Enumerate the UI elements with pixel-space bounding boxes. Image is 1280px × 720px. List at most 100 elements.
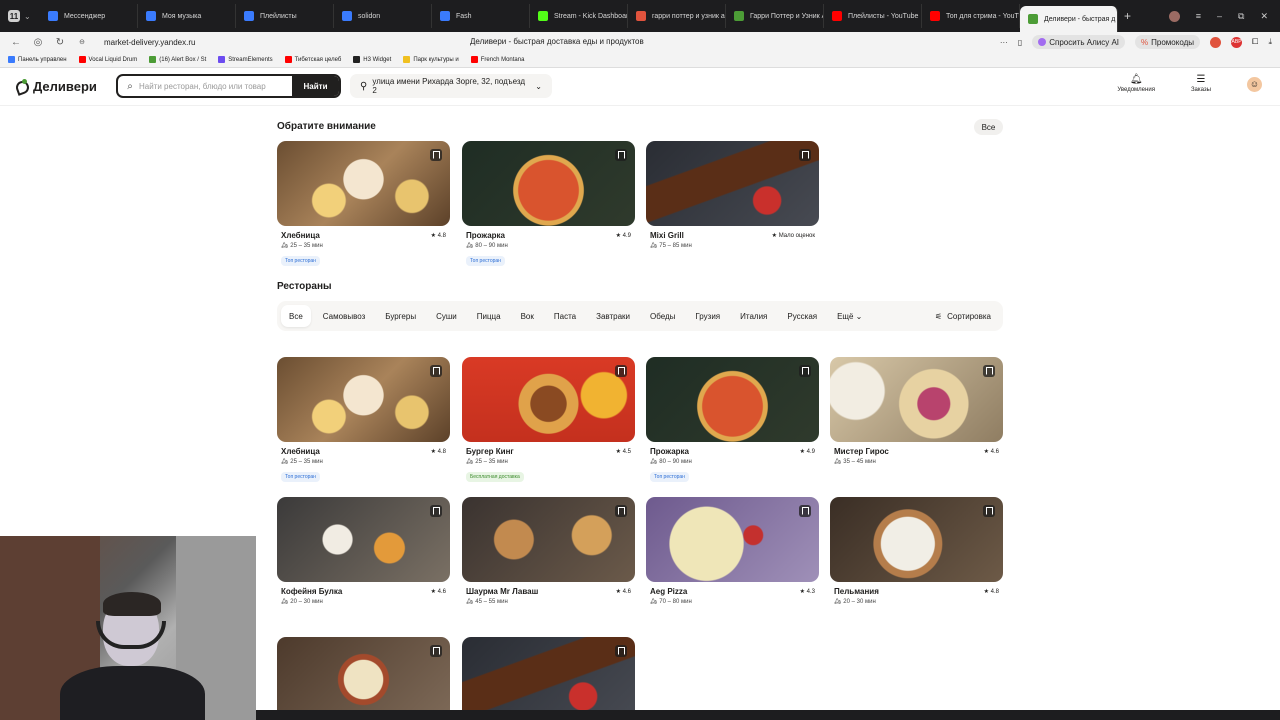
bookmark-icon[interactable] [983,365,995,377]
restaurant-card[interactable]: Хлебница ★ 4.8 🛵︎ 25 – 35 мин Топ ресторан [277,141,450,267]
bookmark-item[interactable]: Панель управлен [8,56,67,63]
bookmark-icon[interactable] [615,645,627,657]
browser-tab[interactable]: Fash [432,4,530,28]
browser-tab[interactable]: Плейлисты - YouTube [824,4,922,28]
download-icon[interactable]: ⤓ [1268,37,1272,47]
browser-tab[interactable]: Моя музыка [138,4,236,28]
filter-chip[interactable]: Грузия [687,305,728,327]
alice-icon [1038,38,1047,46]
bookmark-item[interactable]: Парк культуры и [403,56,459,63]
restaurant-card[interactable] [277,637,450,720]
delivery-address-selector[interactable]: ⚲ улица имени Рихарда Зорге, 32, подъезд… [350,74,552,98]
browser-tab[interactable]: гарри поттер и узник азк [628,4,726,28]
browser-tab[interactable]: solidon [334,4,432,28]
bookmark-icon[interactable] [430,645,442,657]
restaurant-card[interactable]: Aeg Pizza ★ 4.3 🛵︎ 70 – 80 мин [646,497,819,605]
browser-tab[interactable]: Топ для стрима - YouTube [922,4,1020,28]
restaurant-card[interactable]: Mixi Grill ★ Мало оценок 🛵︎ 75 – 85 мин [646,141,819,249]
logo[interactable]: Деливери [14,79,114,94]
filter-chip[interactable]: Бургеры [377,305,424,327]
bookmark-item[interactable]: Vocal Liquid Drum [78,56,137,63]
restaurant-name: Бургер Кинг [466,447,514,456]
bookmark-icon[interactable] [799,365,811,377]
tab-favicon-icon [538,11,548,21]
bookmark-icon[interactable] [615,365,627,377]
browser-tab[interactable]: Stream - Kick Dashboard [530,4,628,28]
logo-text: Деливери [33,79,97,94]
filter-chip[interactable]: Вок [513,305,542,327]
search-input[interactable] [139,81,292,91]
ask-alice-button[interactable]: Спросить Алису AI [1032,35,1126,49]
adblock-extension-icon[interactable]: ABP [1231,36,1243,48]
browser-tab[interactable]: Плейлисты [236,4,334,28]
tab-count-badge[interactable]: 11 [8,10,20,22]
filter-chip[interactable]: Суши [428,305,465,327]
filter-chip[interactable]: Все [281,305,311,327]
browser-tab[interactable]: Гарри Поттер и Узник Аз [726,4,824,28]
maximize-icon[interactable]: ⧉ [1238,11,1244,22]
sort-button[interactable]: ⚟ Сортировка [935,312,999,321]
restaurant-card[interactable]: Бургер Кинг ★ 4.5 🛵︎ 25 – 35 мин Бесплатная… [462,357,635,483]
bookmark-icon[interactable]: ▯ [1018,38,1022,47]
bookmark-item[interactable]: H3 Widget [353,56,391,63]
bookmark-icon[interactable] [983,505,995,517]
back-icon[interactable]: ← [8,37,24,48]
profile-avatar[interactable] [1168,10,1180,22]
restaurant-card[interactable] [462,637,635,720]
restaurant-card[interactable]: Прожарка ★ 4.9 🛵︎ 80 – 90 мин Топ ресторан [646,357,819,483]
address-bar-actions: ··· ▯ Спросить Алису AI % Промокоды ABP … [1000,35,1272,49]
bookmark-item[interactable]: Тибетская целеб [284,56,341,63]
minimize-icon[interactable]: – [1217,11,1222,21]
extension-icon[interactable] [1210,36,1222,48]
more-icon[interactable]: ··· [1000,38,1008,47]
delivery-time: 🛵︎ 25 – 35 мин [281,243,323,249]
bookmark-item[interactable]: StreamElements [218,56,273,63]
restaurant-card[interactable]: Прожарка ★ 4.9 🛵︎ 80 – 90 мин Топ ресторан [462,141,635,267]
reload-icon[interactable]: ↻ [52,37,68,48]
shield-icon[interactable]: ◎ [30,37,46,48]
chevron-down-icon[interactable]: ⌄ [24,12,31,21]
filter-chip[interactable]: Русская [779,305,825,327]
filter-chip[interactable]: Ещё ⌄ [829,305,870,327]
bookmark-icon[interactable] [430,365,442,377]
restaurant-card[interactable]: Пельмания ★ 4.8 🛵︎ 20 – 30 мин [830,497,1003,605]
delivery-time: 🛵︎ 35 – 45 мин [834,459,876,465]
filter-chip[interactable]: Завтраки [588,305,638,327]
user-avatar[interactable]: ☺ [1247,76,1262,92]
restaurant-rating: ★ 4.9 [799,449,815,455]
bookmark-item[interactable]: (16) Alert Box / St [149,56,206,63]
bookmark-icon[interactable] [615,505,627,517]
filter-chip[interactable]: Самовывоз [315,305,373,327]
see-all-button[interactable]: Все [974,119,1003,135]
bookmark-icon[interactable] [430,149,442,161]
bookmark-icon[interactable] [799,505,811,517]
tab-favicon-icon [930,11,940,21]
restaurant-card[interactable]: Кофейня Булка ★ 4.6 🛵︎ 20 – 30 мин [277,497,450,605]
notifications-button[interactable]: 🔔︎ Уведомления [1117,75,1155,94]
bookmark-icon[interactable] [615,149,627,161]
restaurant-image [462,497,635,582]
filter-chip[interactable]: Паста [546,305,584,327]
filter-chip[interactable]: Пицца [469,305,509,327]
menu-icon[interactable]: ≡ [1196,11,1201,21]
close-icon[interactable]: ✕ [1260,11,1268,22]
url-field[interactable]: market-delivery.yandex.ru [104,38,195,47]
new-tab-icon[interactable]: + [1124,9,1131,23]
filter-chip[interactable]: Обеды [642,305,683,327]
card-title-row: Aeg Pizza ★ 4.3 [646,587,819,596]
delivery-address: улица имени Рихарда Зорге, 32, подъезд 2 [372,77,526,95]
restaurant-card[interactable]: Хлебница ★ 4.8 🛵︎ 25 – 35 мин Топ ресторан [277,357,450,483]
browser-tab[interactable]: Деливери - быстрая д [1020,6,1118,32]
filter-chip[interactable]: Италия [732,305,775,327]
search-button[interactable]: Найти [292,76,339,96]
promocodes-button[interactable]: % Промокоды [1135,35,1201,49]
bookmark-item[interactable]: French Montana [470,56,524,63]
browser-tab[interactable]: Мессенджер [40,4,138,28]
restaurant-card[interactable]: Мистер Гирос ★ 4.6 🛵︎ 35 – 45 мин [830,357,1003,465]
extensions-icon[interactable]: ⧠ [1252,37,1258,47]
bookmark-icon[interactable] [799,149,811,161]
orders-button[interactable]: ☰ Заказы [1191,75,1211,94]
restaurant-name: Aeg Pizza [650,587,688,596]
restaurant-card[interactable]: Шаурма Mr Лаваш ★ 4.6 🛵︎ 45 – 55 мин [462,497,635,605]
bookmark-icon[interactable] [430,505,442,517]
